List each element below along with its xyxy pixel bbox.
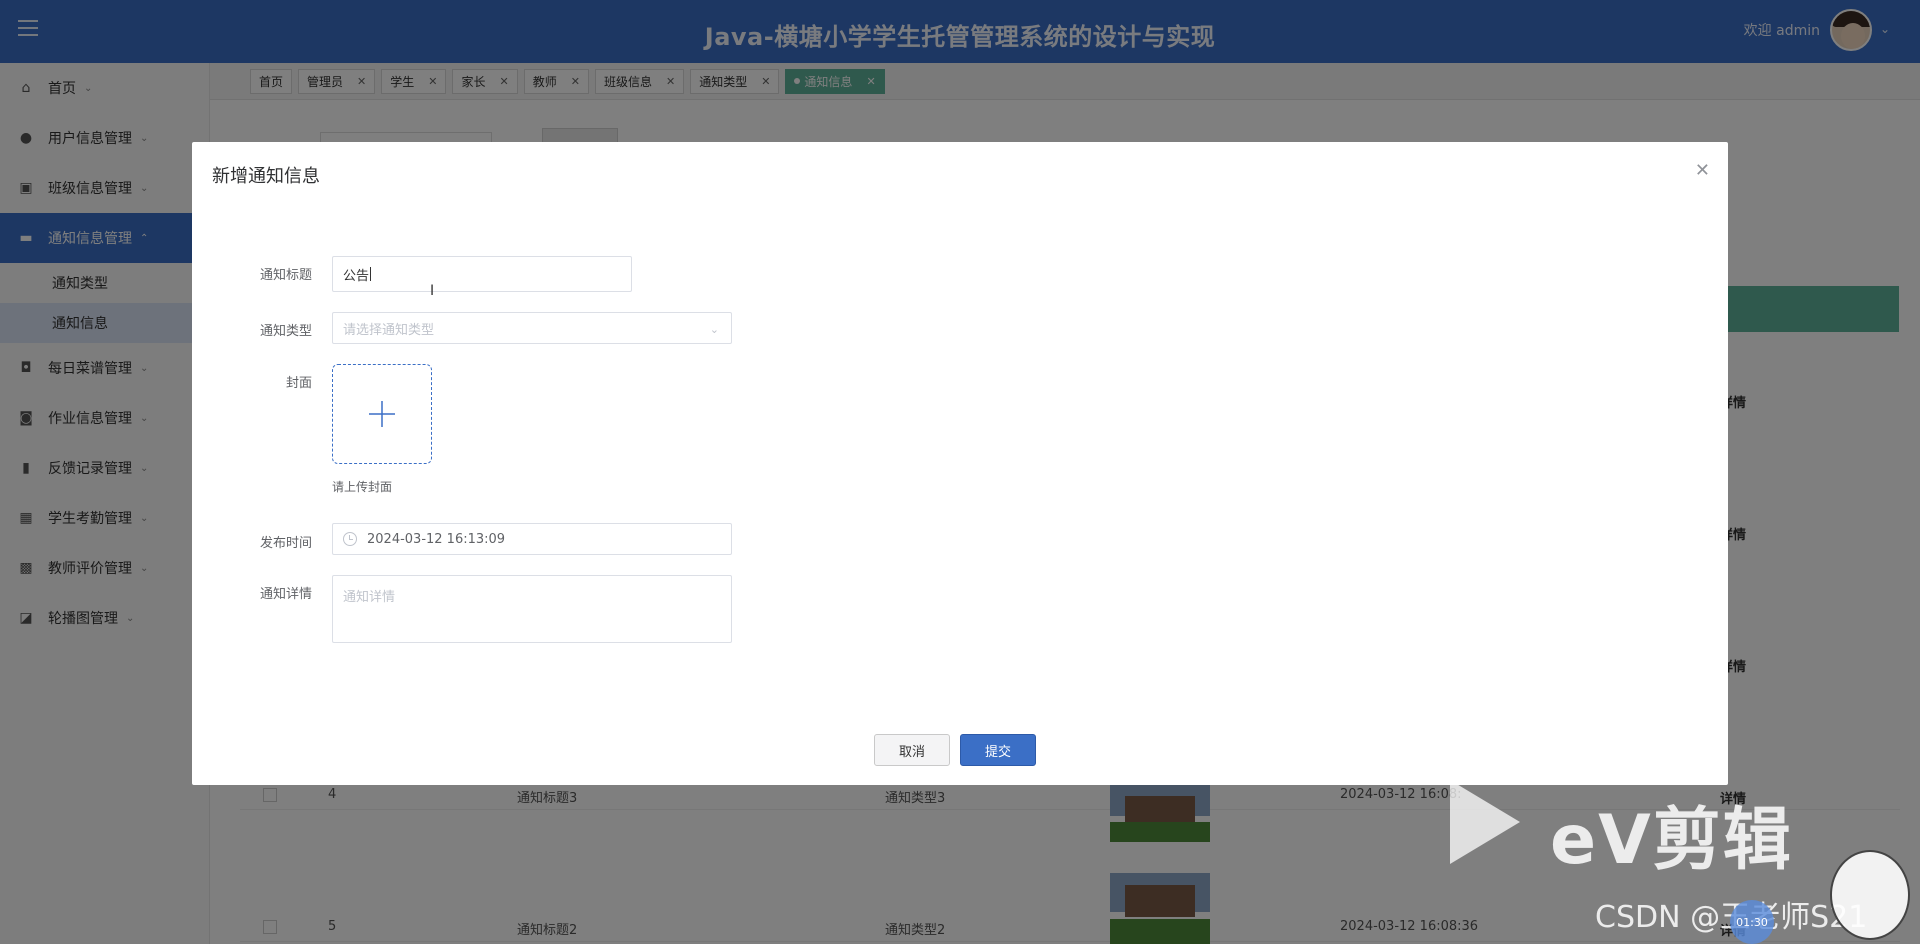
- detail-textarea[interactable]: 通知详情: [332, 575, 732, 643]
- time-label: 发布时间: [259, 536, 312, 551]
- cancel-button[interactable]: 取消: [874, 734, 950, 766]
- close-icon[interactable]: ✕: [1695, 160, 1710, 181]
- dialog-title: 新增通知信息: [212, 166, 320, 187]
- clock-icon: [343, 532, 357, 546]
- notice-type-select[interactable]: 请选择通知类型 ⌄: [332, 312, 732, 344]
- cover-label: 封面: [285, 376, 312, 391]
- upload-tip: 请上传封面: [332, 480, 393, 494]
- add-notice-dialog: 新增通知信息 ✕ 通知标题 公告 通知类型 请选择通知类型 ⌄ 封面 请上传封面…: [192, 142, 1728, 785]
- type-label: 通知类型: [259, 324, 312, 339]
- chevron-down-icon: ⌄: [709, 323, 719, 336]
- title-input[interactable]: 公告: [332, 256, 632, 292]
- publish-time-value: 2024-03-12 16:13:09: [367, 531, 506, 547]
- select-placeholder: 请选择通知类型: [343, 322, 435, 338]
- title-label: 通知标题: [259, 268, 312, 283]
- cover-uploader[interactable]: [332, 364, 432, 464]
- publish-time-picker[interactable]: 2024-03-12 16:13:09: [332, 523, 732, 555]
- plus-icon: [369, 401, 395, 427]
- submit-button[interactable]: 提交: [960, 734, 1036, 766]
- text-cursor-icon: I: [430, 283, 435, 299]
- detail-label: 通知详情: [259, 587, 312, 602]
- title-input-value: 公告: [343, 268, 370, 284]
